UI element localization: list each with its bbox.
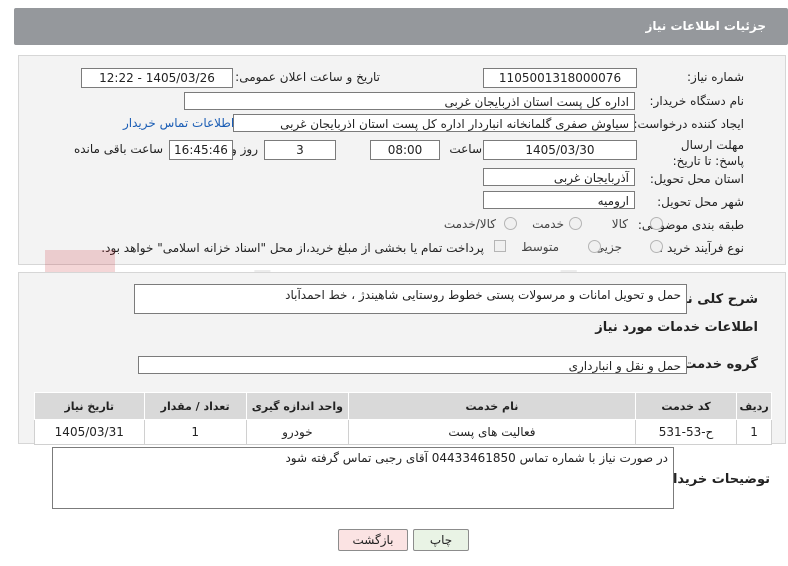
need-number-label: شماره نیاز:: [687, 70, 744, 84]
category-option-service: خدمت: [532, 217, 564, 231]
cell-service-code: ح-53-531: [634, 419, 738, 445]
col-name-header: نام خدمت: [347, 392, 636, 420]
print-button[interactable]: چاپ: [413, 529, 469, 551]
section-header: جزئیات اطلاعات نیاز: [14, 8, 788, 45]
buyer-org-field: اداره کل پست استان اذربایجان غربی: [184, 92, 635, 110]
category-option-goods-service: کالا/خدمت: [443, 217, 496, 231]
remaining-time-field: 16:45:46: [169, 140, 233, 160]
col-code-header: کد خدمت: [634, 392, 738, 420]
section-title: جزئیات اطلاعات نیاز: [645, 19, 766, 33]
process-label: نوع فرآیند خرید :: [659, 241, 744, 255]
remaining-label: ساعت باقی مانده: [73, 142, 163, 156]
cell-service-name: فعالیت های پست: [347, 419, 636, 445]
services-table: ردیف کد خدمت نام خدمت واحد اندازه گیری ت…: [34, 392, 772, 445]
buyer-org-label: نام دستگاه خریدار:: [649, 94, 745, 108]
process-option-medium: متوسط: [521, 240, 559, 254]
province-field: آذربایجان غربی: [483, 168, 635, 186]
announce-date-field: 1405/03/26 - 12:22: [81, 68, 233, 88]
table-row: 1 ح-53-531 فعالیت های پست خودرو 1 1405/0…: [34, 419, 772, 445]
cell-quantity: 1: [143, 419, 247, 445]
buyer-notes-label: توضیحات خریدار:: [660, 472, 770, 487]
payment-note: پرداخت تمام یا بخشی از مبلغ خرید،از محل …: [101, 241, 484, 255]
cell-unit: خودرو: [245, 419, 349, 445]
col-date-header: تاریخ نیاز: [34, 392, 145, 420]
deadline-time-field: 08:00: [370, 140, 440, 160]
category-radio-goods[interactable]: [650, 217, 663, 230]
process-radio-partial[interactable]: [650, 240, 663, 253]
col-unit-header: واحد اندازه گیری: [245, 392, 349, 420]
buyer-notes-textarea[interactable]: در صورت نیاز با شماره تماس 04433461850 آ…: [52, 447, 674, 509]
treasury-checkbox[interactable]: [494, 240, 506, 252]
table-header-row: ردیف کد خدمت نام خدمت واحد اندازه گیری ت…: [34, 392, 772, 420]
deadline-label: مهلت ارسال پاسخ: تا تاریخ:: [672, 138, 744, 168]
requester-field: سیاوش صفری گلمانخانه انباردار اداره کل پ…: [233, 114, 635, 132]
category-option-goods: کالا: [611, 217, 628, 231]
buyer-contact-link[interactable]: اطلاعات تماس خریدار: [123, 116, 234, 130]
province-label: استان محل تحویل:: [649, 172, 744, 186]
days-label: روز و: [231, 142, 258, 156]
service-group-field: حمل و نقل و انبارداری: [138, 356, 687, 374]
cell-need-date: 1405/03/31: [34, 419, 145, 445]
days-field: 3: [264, 140, 336, 160]
category-radio-service[interactable]: [569, 217, 582, 230]
city-label: شهر محل تحویل:: [657, 195, 744, 209]
service-group-label: گروه خدمت:: [678, 357, 758, 372]
category-radio-goods-service[interactable]: [504, 217, 517, 230]
deadline-date-field: 1405/03/30: [483, 140, 637, 160]
announce-label: تاریخ و ساعت اعلان عمومی:: [235, 70, 380, 84]
description-textarea[interactable]: حمل و تحویل امانات و مرسولات پستی خطوط ر…: [134, 284, 687, 314]
back-button[interactable]: بازگشت: [338, 529, 408, 551]
city-field: ارومیه: [483, 191, 635, 209]
services-section-title: اطلاعات خدمات مورد نیاز: [595, 320, 758, 335]
cell-row-number: 1: [736, 419, 772, 445]
time-label: ساعت: [449, 142, 482, 156]
process-radio-medium[interactable]: [588, 240, 601, 253]
requester-label: ایجاد کننده درخواست:: [633, 117, 744, 131]
col-row-header: ردیف: [736, 392, 772, 420]
col-qty-header: تعداد / مقدار: [143, 392, 247, 420]
need-number-field: 1105001318000076: [483, 68, 637, 88]
